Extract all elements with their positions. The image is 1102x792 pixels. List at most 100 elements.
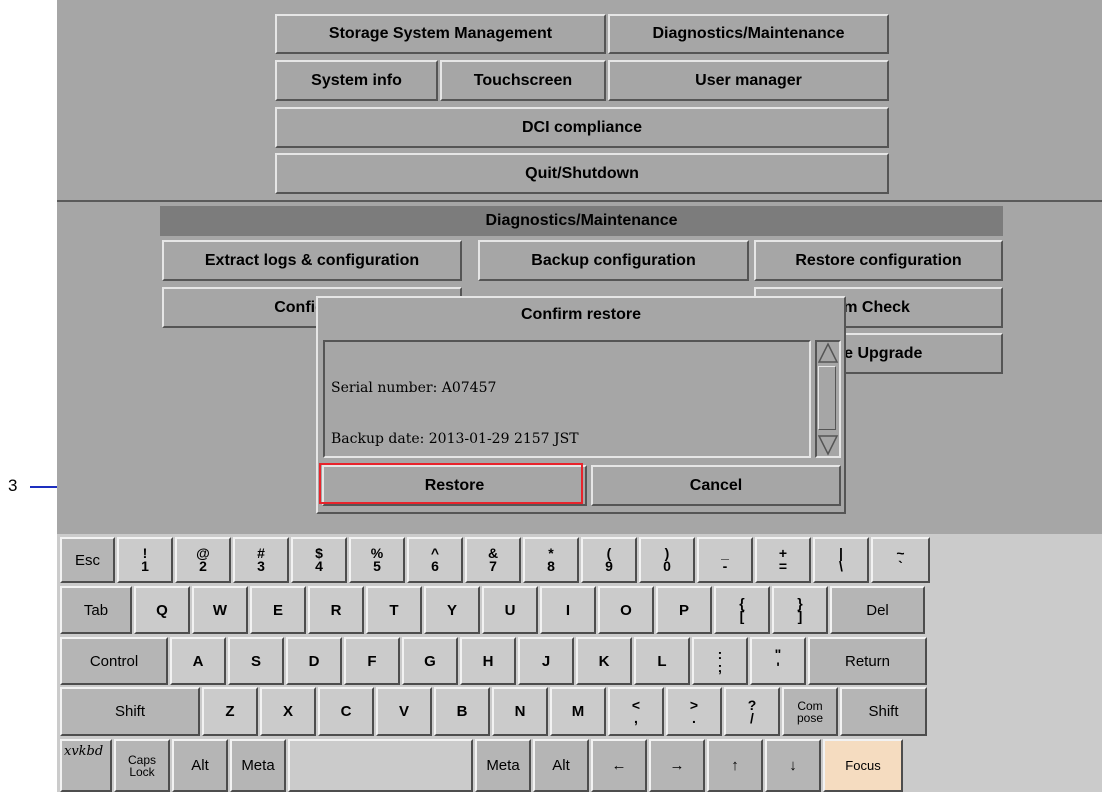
key-c[interactable]: C bbox=[318, 687, 374, 736]
key-lower-label: 0 bbox=[663, 558, 671, 574]
key-o[interactable]: O bbox=[598, 586, 654, 634]
key-tab[interactable]: Tab bbox=[60, 586, 132, 634]
key-focus[interactable]: Focus bbox=[823, 739, 903, 792]
dci-compliance-button[interactable]: DCI compliance bbox=[275, 107, 889, 148]
storage-system-management-button[interactable]: Storage System Management bbox=[275, 14, 606, 54]
system-info-button[interactable]: System info bbox=[275, 60, 438, 101]
key-sym11[interactable]: " ' bbox=[750, 637, 806, 685]
key-sym8[interactable]: <, bbox=[608, 687, 664, 736]
key-shift[interactable]: Shift bbox=[60, 687, 200, 736]
key-b[interactable]: B bbox=[434, 687, 490, 736]
key-label: B bbox=[456, 703, 468, 720]
key-alt[interactable]: Alt bbox=[533, 739, 589, 792]
key-sym10[interactable]: :; bbox=[692, 637, 748, 685]
key-capslock[interactable]: Caps Lock bbox=[114, 739, 170, 792]
key-label: Esc bbox=[74, 551, 100, 569]
key-sym14[interactable]: ~ ` bbox=[871, 537, 930, 583]
scroll-thumb[interactable] bbox=[818, 366, 836, 430]
key-lower-label: - bbox=[722, 558, 728, 574]
key-9[interactable]: (9 bbox=[581, 537, 637, 583]
extract-logs-button[interactable]: Extract logs & configuration bbox=[162, 240, 462, 281]
key-sym13[interactable]: | \ bbox=[813, 537, 869, 583]
key-h[interactable]: H bbox=[460, 637, 516, 685]
key-2[interactable]: @2 bbox=[175, 537, 231, 583]
scroll-down-icon[interactable] bbox=[817, 434, 839, 456]
key-3[interactable]: #3 bbox=[233, 537, 289, 583]
quit-shutdown-button[interactable]: Quit/Shutdown bbox=[275, 153, 889, 194]
touchscreen-button[interactable]: Touchscreen bbox=[440, 60, 606, 101]
key-u[interactable]: U bbox=[482, 586, 538, 634]
key-lower-label: 5 bbox=[373, 558, 381, 574]
restore-configuration-button[interactable]: Restore configuration bbox=[754, 240, 1003, 281]
key-label: N bbox=[514, 703, 526, 720]
key-sym11[interactable]: {[ bbox=[714, 586, 770, 634]
key-y[interactable]: Y bbox=[424, 586, 480, 634]
key-1[interactable]: ! 1 bbox=[117, 537, 173, 583]
key-p[interactable]: P bbox=[656, 586, 712, 634]
key-xvkbd[interactable]: xvkbd bbox=[60, 739, 112, 792]
key-esc[interactable]: Esc bbox=[60, 537, 115, 583]
key-r[interactable]: R bbox=[308, 586, 364, 634]
key-lower-label: ` bbox=[898, 558, 903, 574]
key-j[interactable]: J bbox=[518, 637, 574, 685]
key-q[interactable]: Q bbox=[134, 586, 190, 634]
key-f[interactable]: F bbox=[344, 637, 400, 685]
dialog-scrollbar[interactable] bbox=[815, 340, 841, 458]
key-del[interactable]: Del bbox=[830, 586, 925, 634]
key-sym12[interactable]: }] bbox=[772, 586, 828, 634]
key-sym10[interactable]: ↓ bbox=[765, 739, 821, 792]
key-label: J bbox=[541, 652, 551, 670]
key-sym11[interactable]: _ - bbox=[697, 537, 753, 583]
key-4[interactable]: $4 bbox=[291, 537, 347, 583]
key-label: Shift bbox=[114, 703, 145, 720]
key-i[interactable]: I bbox=[540, 586, 596, 634]
key-sym7[interactable]: ← bbox=[591, 739, 647, 792]
key-meta[interactable]: Meta bbox=[475, 739, 531, 792]
key-label: M bbox=[571, 703, 585, 720]
key-sym9[interactable]: >. bbox=[666, 687, 722, 736]
key-shift[interactable]: Shift bbox=[840, 687, 927, 736]
key-7[interactable]: & 7 bbox=[465, 537, 521, 583]
key-label: H bbox=[482, 652, 494, 670]
backup-configuration-button[interactable]: Backup configuration bbox=[478, 240, 749, 281]
key-6[interactable]: ^ 6 bbox=[407, 537, 463, 583]
cancel-button[interactable]: Cancel bbox=[591, 465, 841, 506]
key-d[interactable]: D bbox=[286, 637, 342, 685]
key-meta[interactable]: Meta bbox=[230, 739, 286, 792]
diag-panel-title: Diagnostics/Maintenance bbox=[160, 206, 1003, 236]
key-return[interactable]: Return bbox=[808, 637, 927, 685]
key-sym9[interactable]: ↑ bbox=[707, 739, 763, 792]
key-sym10[interactable]: ? / bbox=[724, 687, 780, 736]
key-n[interactable]: N bbox=[492, 687, 548, 736]
key-z[interactable]: Z bbox=[202, 687, 258, 736]
key-label: ← bbox=[611, 757, 627, 774]
key-8[interactable]: * 8 bbox=[523, 537, 579, 583]
key-m[interactable]: M bbox=[550, 687, 606, 736]
key-e[interactable]: E bbox=[250, 586, 306, 634]
key-w[interactable]: W bbox=[192, 586, 248, 634]
key-x[interactable]: X bbox=[260, 687, 316, 736]
key-a[interactable]: A bbox=[170, 637, 226, 685]
diagnostics-maintenance-button[interactable]: Diagnostics/Maintenance bbox=[608, 14, 889, 54]
key-k[interactable]: K bbox=[576, 637, 632, 685]
key-label: ↓ bbox=[789, 757, 797, 774]
key-g[interactable]: G bbox=[402, 637, 458, 685]
user-manager-button[interactable]: User manager bbox=[608, 60, 889, 101]
key-alt[interactable]: Alt bbox=[172, 739, 228, 792]
key-0[interactable]: ) 0 bbox=[639, 537, 695, 583]
key-v[interactable]: V bbox=[376, 687, 432, 736]
key-l[interactable]: L bbox=[634, 637, 690, 685]
key-space[interactable] bbox=[288, 739, 473, 792]
key-label: L bbox=[657, 652, 667, 670]
key-5[interactable]: % 5 bbox=[349, 537, 405, 583]
key-t[interactable]: T bbox=[366, 586, 422, 634]
key-label: Alt bbox=[191, 757, 209, 774]
key-compose[interactable]: Com pose bbox=[782, 687, 838, 736]
key-s[interactable]: S bbox=[228, 637, 284, 685]
scroll-up-icon[interactable] bbox=[817, 342, 839, 364]
key-label: Control bbox=[89, 652, 139, 670]
key-lower-label: / bbox=[750, 709, 754, 726]
key-sym12[interactable]: + = bbox=[755, 537, 811, 583]
key-sym8[interactable]: → bbox=[649, 739, 705, 792]
key-control[interactable]: Control bbox=[60, 637, 168, 685]
